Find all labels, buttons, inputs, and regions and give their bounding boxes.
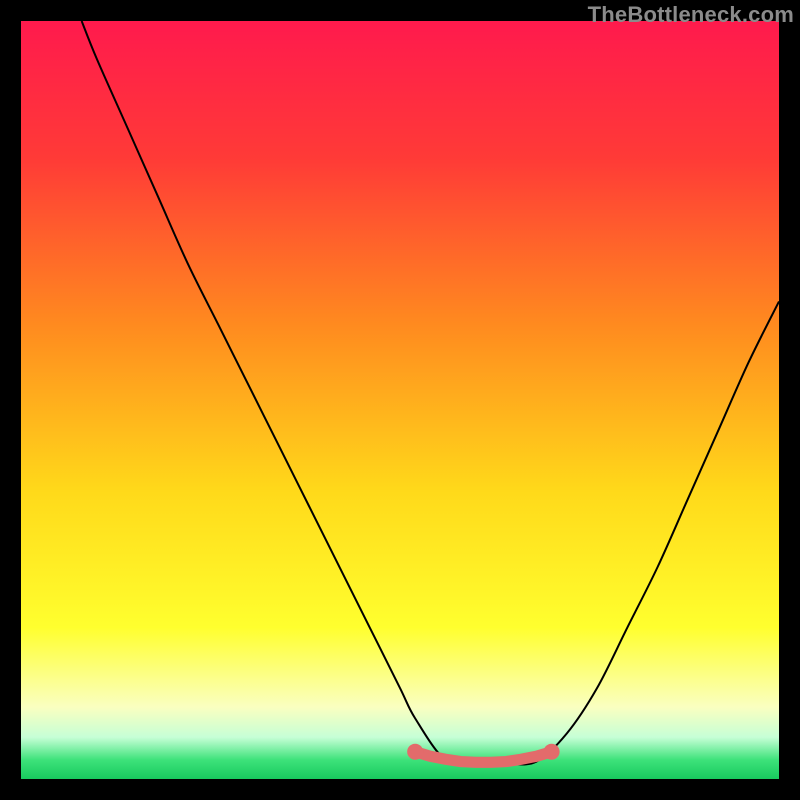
plot-area: [21, 21, 779, 779]
optimal-range-line: [415, 752, 551, 763]
optimal-range-endpoint: [544, 744, 560, 760]
optimal-range-markers: [407, 744, 559, 763]
chart-frame: TheBottleneck.com: [0, 0, 800, 800]
watermark-text: TheBottleneck.com: [588, 2, 794, 28]
optimal-range-endpoint: [407, 744, 423, 760]
curve-layer: [21, 21, 779, 779]
bottleneck-curve: [82, 21, 779, 765]
